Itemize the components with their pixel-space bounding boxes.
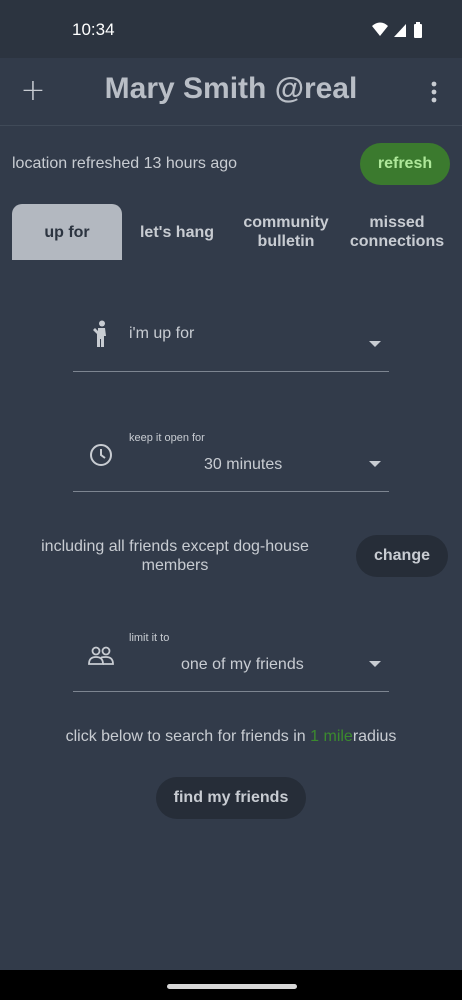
change-button[interactable]: change — [356, 535, 448, 577]
chevron-down-icon — [369, 461, 381, 467]
chevron-down-icon — [369, 341, 381, 347]
up-for-placeholder: i'm up for — [129, 325, 195, 342]
radius-prefix: click below to search for friends in — [65, 728, 306, 745]
tab-community-bulletin[interactable]: community bulletin — [232, 204, 340, 260]
person-icon — [93, 320, 106, 347]
app-screen: 10:34 + Mary Smith @real location refres… — [0, 0, 462, 1000]
people-icon — [88, 646, 114, 665]
location-status-text: location refreshed 13 hours ago — [12, 155, 238, 172]
radius-value[interactable]: 1 mile — [310, 728, 353, 745]
status-time: 10:34 — [72, 20, 115, 39]
chevron-down-icon — [369, 661, 381, 667]
open-for-label: keep it open for — [129, 432, 205, 444]
wifi-icon — [372, 22, 388, 36]
tab-lets-hang[interactable]: let's hang — [122, 204, 232, 260]
status-icons — [372, 22, 422, 38]
open-for-value: 30 minutes — [204, 456, 283, 473]
app-bar: + Mary Smith @real — [0, 58, 462, 126]
signal-icon — [394, 24, 406, 37]
including-friends-text: including all friends except dog-house m… — [41, 538, 309, 574]
search-radius-text: click below to search for friends in 1 m… — [0, 728, 462, 746]
tab-bar: up for let's hang community bulletin mis… — [12, 204, 452, 260]
radius-suffix: radius — [352, 728, 397, 745]
refresh-button[interactable]: refresh — [360, 143, 450, 185]
limit-value: one of my friends — [181, 656, 304, 673]
status-bar: 10:34 — [0, 0, 462, 58]
battery-icon — [414, 22, 422, 38]
open-for-select[interactable]: keep it open for 30 minutes — [73, 430, 389, 492]
clock-icon — [90, 444, 112, 466]
limit-select[interactable]: limit it to one of my friends — [73, 630, 389, 692]
up-for-select[interactable]: i'm up for — [73, 312, 389, 372]
home-indicator[interactable] — [167, 984, 297, 989]
tab-missed-connections[interactable]: missed connections — [342, 204, 452, 260]
limit-label: limit it to — [129, 632, 170, 644]
page-title: Mary Smith @real — [104, 72, 358, 105]
tab-up-for[interactable]: up for — [12, 204, 122, 260]
find-my-friends-button[interactable]: find my friends — [156, 777, 306, 819]
more-vert-icon[interactable] — [426, 80, 442, 104]
